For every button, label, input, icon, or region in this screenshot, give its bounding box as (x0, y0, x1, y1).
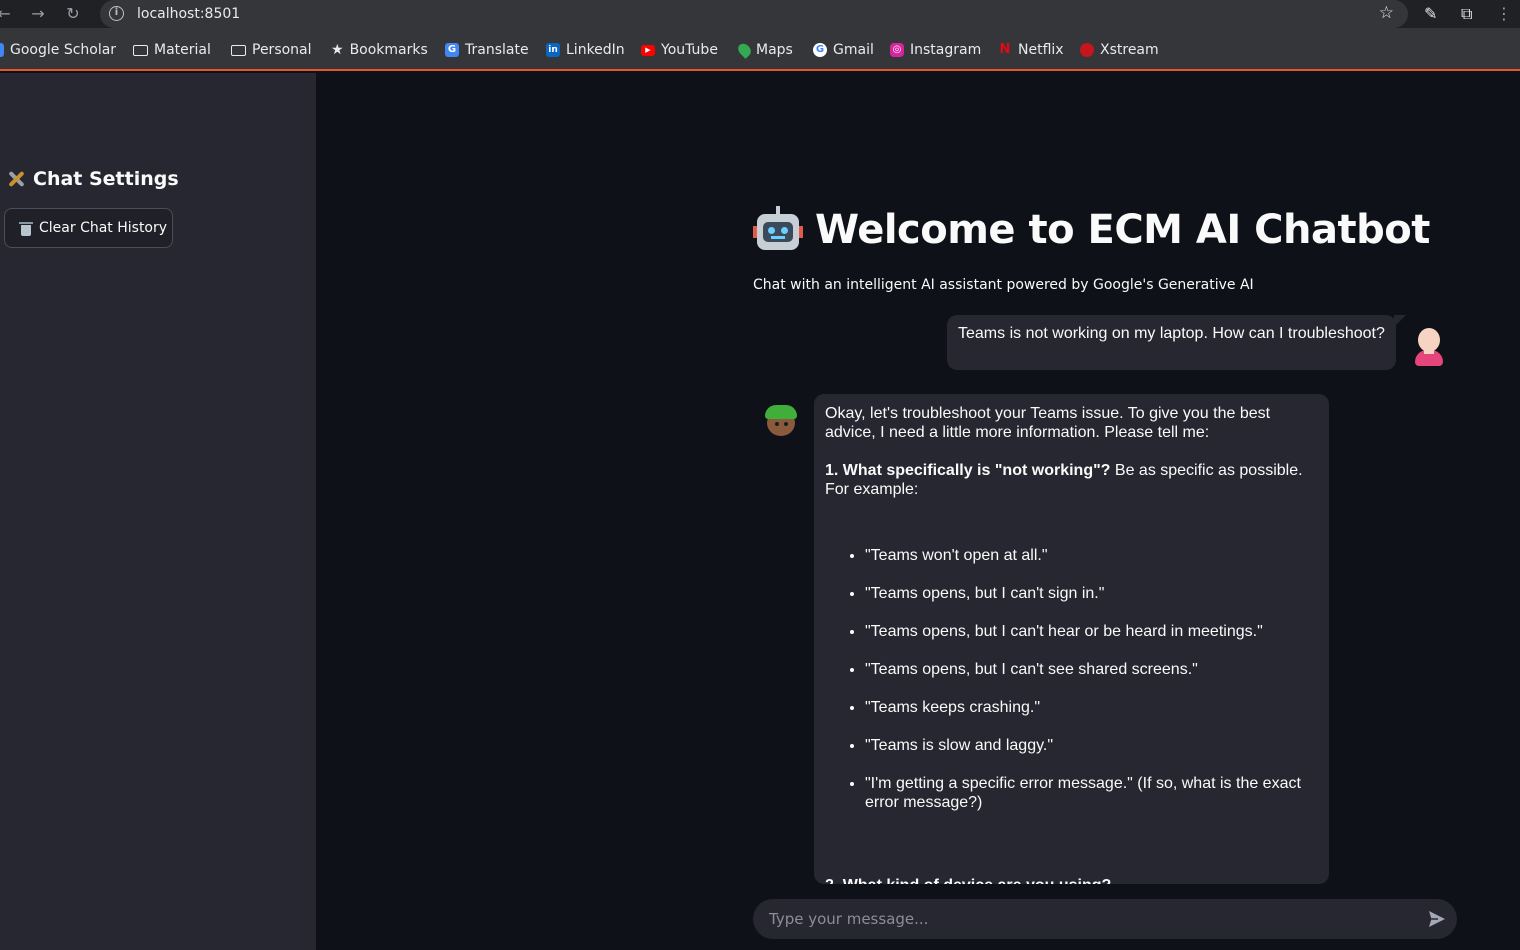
bookmark-bookmarks[interactable]: ★ Bookmarks (331, 41, 428, 59)
bookmark-netflix[interactable]: N Netflix (998, 41, 1064, 59)
bookmark-label: Google Scholar (10, 42, 117, 58)
page-title-text: Welcome to ECM AI Chatbot (815, 207, 1430, 253)
bookmark-label: Bookmarks (349, 42, 428, 58)
folder-icon (231, 44, 246, 56)
google-icon: G (813, 43, 827, 57)
list-item: "Teams opens, but I can't see shared scr… (865, 660, 1318, 679)
chat-input-container (753, 899, 1457, 939)
bookmark-translate[interactable]: G Translate (445, 41, 529, 59)
bookmark-label: Maps (756, 42, 793, 58)
assistant-avatar (763, 404, 799, 438)
maps-icon (735, 41, 754, 59)
clear-chat-history-button[interactable]: Clear Chat History (4, 208, 173, 248)
assistant-question-1: 1. What specifically is "not working"? B… (825, 461, 1318, 499)
instagram-icon: ◎ (890, 43, 904, 57)
list-item: "I'm getting a specific error message." … (865, 774, 1318, 812)
back-icon[interactable]: ← (0, 4, 14, 24)
list-item: "Teams opens, but I can't sign in." (865, 584, 1318, 603)
assistant-message-bubble: Okay, let's troubleshoot your Teams issu… (814, 394, 1329, 884)
reload-icon[interactable]: ↻ (63, 4, 83, 24)
youtube-icon: ▶ (641, 44, 655, 56)
star-icon: ★ (331, 42, 344, 58)
assistant-intro: Okay, let's troubleshoot your Teams issu… (825, 405, 1271, 441)
pen-extension-icon[interactable]: ✎ (1424, 4, 1437, 23)
bookmark-label: Netflix (1018, 42, 1064, 58)
bookmark-youtube[interactable]: ▶ YouTube (641, 41, 718, 59)
trash-icon (19, 221, 33, 236)
list-item: "Teams opens, but I can't hear or be hea… (865, 622, 1318, 641)
linkedin-icon: in (546, 43, 560, 57)
bookmark-label: Translate (465, 42, 529, 58)
main-area: Welcome to ECM AI Chatbot Chat with an i… (316, 73, 1520, 950)
extensions-icon[interactable]: ⧉ (1461, 4, 1472, 24)
example-list: "Teams won't open at all." "Teams opens,… (825, 546, 1318, 812)
list-item: "Teams keeps crashing." (865, 698, 1318, 717)
url-text[interactable]: localhost:8501 (137, 6, 240, 22)
bookmark-maps[interactable]: Maps (735, 41, 793, 59)
bookmark-label: Material (154, 42, 211, 58)
list-item: "Teams is slow and laggy." (865, 736, 1318, 755)
bookmark-material[interactable]: Material (133, 41, 211, 59)
forward-icon[interactable]: → (28, 4, 48, 24)
bookmarks-bar: Google Scholar Material Personal ★ Bookm… (0, 28, 1520, 71)
question-1-bold: 1. What specifically is "not working"? (825, 462, 1111, 479)
tools-icon (5, 168, 27, 190)
bookmark-label: Gmail (833, 42, 874, 58)
page-title: Welcome to ECM AI Chatbot (753, 206, 1430, 254)
xstream-icon (1080, 43, 1094, 57)
list-item: "Teams won't open at all." (865, 546, 1318, 565)
address-bar[interactable]: i localhost:8501 ☆ (100, 0, 1408, 28)
bookmark-label: Instagram (910, 42, 982, 58)
sidebar-title: Chat Settings (5, 168, 179, 190)
clear-button-label: Clear Chat History (39, 220, 168, 236)
bookmark-gmail[interactable]: G Gmail (813, 41, 874, 59)
bookmark-label: LinkedIn (566, 42, 625, 58)
bookmark-personal[interactable]: Personal (231, 41, 312, 59)
sidebar: Chat Settings Clear Chat History (0, 73, 316, 950)
page-subtitle: Chat with an intelligent AI assistant po… (753, 277, 1254, 293)
translate-icon: G (445, 43, 459, 57)
netflix-icon: N (999, 42, 1011, 57)
send-icon[interactable] (1427, 909, 1447, 929)
bookmark-google-scholar[interactable]: Google Scholar (0, 41, 116, 59)
user-message-bubble: Teams is not working on my laptop. How c… (947, 315, 1406, 370)
bookmark-label: Xstream (1100, 42, 1159, 58)
profile-menu-icon[interactable]: ⋮ (1496, 4, 1512, 23)
bookmark-instagram[interactable]: ◎ Instagram (890, 41, 981, 59)
sidebar-title-text: Chat Settings (33, 168, 179, 190)
user-avatar (1414, 328, 1444, 366)
bookmark-star-icon[interactable]: ☆ (1379, 3, 1394, 23)
bookmark-label: Personal (252, 42, 312, 58)
google-scholar-icon (0, 43, 4, 57)
chat-input[interactable] (769, 899, 1409, 939)
robot-icon (753, 206, 803, 254)
browser-toolbar: ← → ↻ i localhost:8501 ☆ ✎ ⧉ ⋮ (0, 0, 1520, 28)
info-icon[interactable]: i (109, 6, 124, 21)
bookmark-xstream[interactable]: Xstream (1080, 41, 1159, 59)
assistant-question-2-cut: 2. What kind of device are you using? (825, 876, 1111, 884)
folder-icon (133, 44, 148, 56)
bookmark-linkedin[interactable]: in LinkedIn (546, 41, 625, 59)
bookmark-label: YouTube (661, 42, 718, 58)
